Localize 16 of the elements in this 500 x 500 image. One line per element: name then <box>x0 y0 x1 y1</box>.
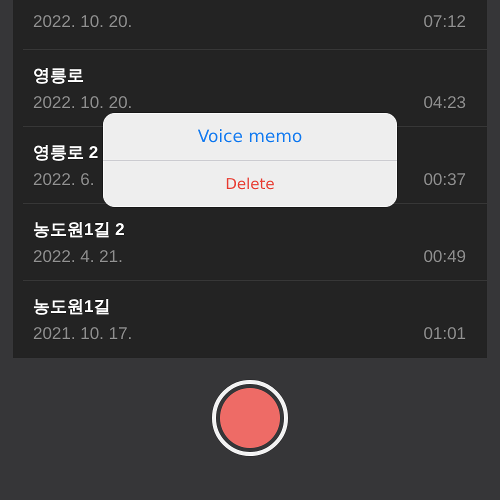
recording-date: 2022. 10. 20. <box>33 12 132 32</box>
recording-duration: 07:12 <box>423 12 466 32</box>
recording-title: 농도원1길 2 <box>33 218 126 240</box>
recording-date: 2022. 10. 20. <box>33 92 132 112</box>
recording-date: 2021. 10. 17. <box>33 324 132 344</box>
record-button[interactable] <box>212 380 288 456</box>
recording-duration: 04:23 <box>423 92 466 112</box>
recording-duration: 00:37 <box>423 170 466 190</box>
recording-title: 농도원1길 <box>33 296 112 318</box>
recording-title: 영릉로 <box>33 64 85 86</box>
delete-button[interactable]: Delete <box>103 160 397 207</box>
recording-date: 2022. 4. 21. <box>33 246 123 266</box>
recording-duration: 00:49 <box>423 246 466 266</box>
recording-date: 2022. 6. <box>33 170 94 190</box>
recording-title: 영릉로 2 <box>33 142 100 164</box>
recording-duration: 01:01 <box>423 324 466 344</box>
